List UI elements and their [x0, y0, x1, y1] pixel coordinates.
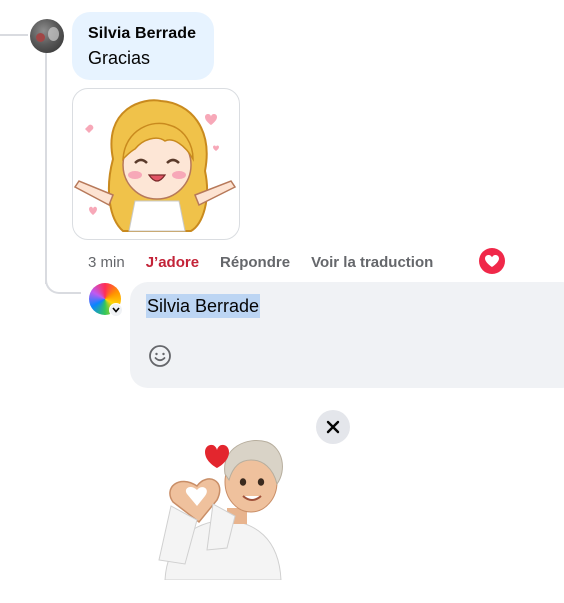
- thread-line-vertical: [45, 52, 47, 284]
- blonde-girl-cheering-sticker-icon: [73, 99, 237, 232]
- comment-bubble: Silvia Berrade Gracias: [72, 12, 214, 80]
- comment-timestamp[interactable]: 3 min: [88, 254, 125, 271]
- thread-line-top: [0, 34, 28, 36]
- close-icon[interactable]: [316, 410, 350, 444]
- comment-text: Gracias: [88, 48, 151, 68]
- comment-author-name[interactable]: Silvia Berrade: [88, 24, 198, 44]
- love-reaction-icon[interactable]: [479, 248, 505, 274]
- translate-button[interactable]: Voir la traduction: [311, 254, 433, 271]
- comment-sticker[interactable]: [72, 88, 240, 240]
- mention-tag[interactable]: Silvia Berrade: [146, 294, 261, 318]
- chevron-down-icon[interactable]: [109, 303, 123, 317]
- like-button[interactable]: J’adore: [146, 254, 199, 271]
- emoji-smile-icon[interactable]: [148, 344, 172, 368]
- reply-button[interactable]: Répondre: [220, 254, 290, 271]
- author-avatar[interactable]: [30, 19, 64, 53]
- current-user-avatar[interactable]: [89, 283, 123, 317]
- avatar-heart-hands-sticker-icon: [155, 430, 285, 581]
- thread-line-curve: [45, 268, 81, 294]
- comment-actions: 3 min J’adore Répondre Voir la traductio…: [88, 250, 454, 274]
